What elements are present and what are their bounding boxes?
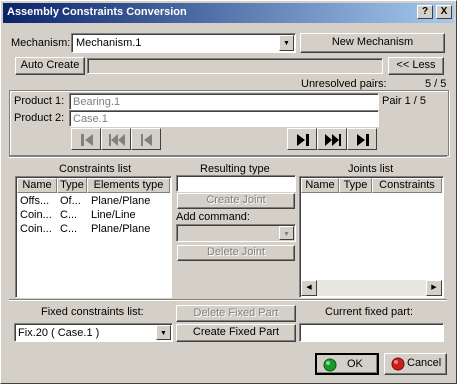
last-icon bbox=[357, 134, 369, 146]
horizontal-scrollbar[interactable]: ◀ ▶ bbox=[301, 280, 442, 296]
fixed-constraints-value: Fix.20 ( Case.1 ) bbox=[18, 327, 100, 339]
fixed-constraints-label: Fixed constraints list: bbox=[41, 306, 144, 318]
chevron-down-icon[interactable]: ▼ bbox=[279, 226, 294, 240]
window-title: Assembly Constraints Conversion bbox=[7, 6, 187, 18]
current-fixed-part-field bbox=[299, 323, 444, 342]
column-header-type[interactable]: Type bbox=[57, 178, 87, 193]
first-pair-button[interactable] bbox=[71, 128, 101, 150]
rewind-icon bbox=[109, 134, 125, 146]
product1-label: Product 1: bbox=[14, 95, 65, 107]
constraint-type: C... bbox=[60, 223, 78, 235]
column-header-elements-type[interactable]: Elements type bbox=[87, 178, 170, 193]
auto-create-progress bbox=[87, 58, 383, 74]
delete-joint-button[interactable]: Delete Joint bbox=[177, 245, 295, 261]
current-fixed-part-label: Current fixed part: bbox=[325, 306, 414, 318]
less-button[interactable]: << Less bbox=[388, 57, 444, 75]
fast-forward-icon bbox=[325, 134, 341, 146]
ok-button[interactable]: OK bbox=[315, 353, 379, 375]
chevron-down-icon[interactable]: ▼ bbox=[279, 35, 294, 51]
title-bar[interactable]: Assembly Constraints Conversion ? X bbox=[3, 3, 454, 23]
create-fixed-part-button[interactable]: Create Fixed Part bbox=[176, 324, 296, 342]
resulting-type-title: Resulting type bbox=[200, 163, 270, 175]
fixed-constraints-dropdown[interactable]: Fix.20 ( Case.1 ) ▼ bbox=[14, 323, 173, 342]
delete-fixed-part-button[interactable]: Delete Fixed Part bbox=[176, 305, 296, 322]
dialog-window: Assembly Constraints Conversion ? X Mech… bbox=[0, 0, 457, 384]
constraints-list-title: Constraints list bbox=[59, 163, 132, 175]
column-header-name[interactable]: Name bbox=[17, 178, 57, 193]
product2-value: Case.1 bbox=[73, 113, 108, 125]
cancel-button[interactable]: Cancel bbox=[384, 353, 447, 375]
constraint-name: Coin... bbox=[20, 223, 52, 235]
cancel-label: Cancel bbox=[407, 357, 442, 369]
joints-list[interactable]: Name Type Constraints ◀ ▶ bbox=[299, 176, 444, 298]
product1-value: Bearing.1 bbox=[73, 96, 121, 108]
column-header-name[interactable]: Name bbox=[301, 178, 339, 193]
constraints-list[interactable]: Name Type Elements type Offs... Of... Pl… bbox=[15, 176, 172, 298]
constraint-type: Of... bbox=[60, 195, 81, 207]
next-fast-button[interactable] bbox=[317, 128, 347, 150]
mechanism-value: Mechanism.1 bbox=[76, 37, 142, 49]
mechanism-dropdown[interactable]: Mechanism.1 ▼ bbox=[71, 33, 296, 53]
constraint-elements: Plane/Plane bbox=[91, 195, 151, 207]
product2-field: Case.1 bbox=[69, 110, 379, 127]
ok-icon bbox=[323, 358, 337, 372]
next-icon bbox=[297, 134, 309, 146]
help-button[interactable]: ? bbox=[417, 5, 433, 19]
auto-create-button[interactable]: Auto Create bbox=[15, 57, 85, 75]
previous-fast-button[interactable] bbox=[101, 128, 131, 150]
constraint-type: C... bbox=[60, 209, 78, 221]
last-pair-button[interactable] bbox=[347, 128, 377, 150]
scroll-right-icon[interactable]: ▶ bbox=[426, 280, 442, 296]
product1-field: Bearing.1 bbox=[69, 93, 379, 110]
previous-icon bbox=[141, 134, 152, 146]
close-button[interactable]: X bbox=[436, 5, 452, 19]
product2-label: Product 2: bbox=[14, 112, 65, 124]
mechanism-label: Mechanism: bbox=[11, 37, 71, 49]
constraint-name: Offs... bbox=[20, 195, 50, 207]
joints-list-title: Joints list bbox=[348, 163, 394, 175]
create-joint-button[interactable]: Create Joint bbox=[177, 193, 295, 209]
first-icon bbox=[81, 134, 93, 146]
ok-label: OK bbox=[347, 358, 363, 370]
column-header-type[interactable]: Type bbox=[339, 178, 372, 193]
separator bbox=[9, 299, 447, 301]
constraint-name: Coin... bbox=[20, 209, 52, 221]
unresolved-value: 5 / 5 bbox=[425, 78, 447, 90]
unresolved-label: Unresolved pairs: bbox=[301, 78, 387, 90]
add-command-label: Add command: bbox=[176, 211, 250, 223]
cancel-icon bbox=[391, 357, 405, 371]
chevron-down-icon[interactable]: ▼ bbox=[156, 325, 171, 340]
add-command-dropdown[interactable]: ▼ bbox=[176, 224, 296, 242]
scroll-left-icon[interactable]: ◀ bbox=[301, 280, 317, 296]
next-button[interactable] bbox=[287, 128, 317, 150]
constraint-elements: Line/Line bbox=[91, 209, 136, 221]
column-header-constraints[interactable]: Constraints bbox=[372, 178, 442, 193]
previous-button[interactable] bbox=[131, 128, 161, 150]
separator bbox=[9, 156, 447, 158]
constraint-elements: Plane/Plane bbox=[91, 223, 151, 235]
new-mechanism-button[interactable]: New Mechanism bbox=[300, 33, 445, 53]
resulting-type-field bbox=[176, 175, 296, 192]
pair-label: Pair 1 / 5 bbox=[382, 95, 427, 107]
